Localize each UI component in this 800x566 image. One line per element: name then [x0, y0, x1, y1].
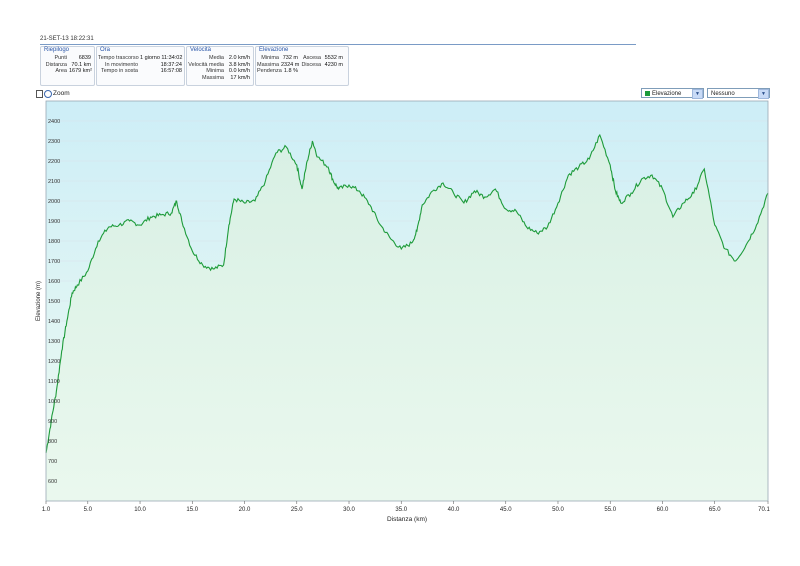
y-tick-label: 1300	[48, 339, 60, 345]
y-tick-label: 1200	[48, 359, 60, 365]
y-tick-label: 1000	[48, 399, 60, 405]
y-tick-label: 1500	[48, 299, 60, 305]
y-tick-label: 1700	[48, 259, 60, 265]
x-tick-label: 60.0	[657, 507, 669, 513]
elevation-chart[interactable]: 600 700 800 900 1000 1100 1200 1300 1400 1500 1600…	[0, 0, 800, 566]
x-tick-label: 20.0	[239, 507, 251, 513]
x-axis-ticks: 1.0 5.0 10.0 15.0 20.0 25.0 30.0 35.0 40.0 45.0 50…	[42, 501, 770, 513]
x-tick-label: 30.0	[343, 507, 355, 513]
x-tick-label: 40.0	[448, 507, 460, 513]
y-tick-label: 2200	[48, 159, 60, 165]
y-tick-label: 1100	[48, 379, 60, 385]
y-tick-label: 900	[48, 419, 57, 425]
x-tick-label: 25.0	[291, 507, 303, 513]
x-axis-label: Distanza (km)	[387, 516, 427, 523]
y-tick-label: 2400	[48, 119, 60, 125]
x-tick-label: 70.1	[758, 507, 770, 513]
y-tick-label: 1900	[48, 219, 60, 225]
x-tick-label: 5.0	[84, 507, 93, 513]
y-tick-label: 2000	[48, 199, 60, 205]
x-tick-label: 50.0	[552, 507, 564, 513]
y-tick-label: 700	[48, 459, 57, 465]
y-tick-label: 2100	[48, 179, 60, 185]
x-tick-label: 15.0	[186, 507, 198, 513]
y-tick-label: 600	[48, 479, 57, 485]
x-tick-label: 55.0	[604, 507, 616, 513]
y-tick-label: 1400	[48, 319, 60, 325]
x-tick-label: 35.0	[395, 507, 407, 513]
y-tick-label: 1600	[48, 279, 60, 285]
x-tick-label: 45.0	[500, 507, 512, 513]
y-axis-label: Elevazione (m)	[36, 281, 42, 321]
x-tick-label: 1.0	[42, 507, 51, 513]
x-tick-label: 10.0	[134, 507, 146, 513]
y-tick-label: 800	[48, 439, 57, 445]
y-tick-label: 1800	[48, 239, 60, 245]
x-tick-label: 65.0	[709, 507, 721, 513]
y-tick-label: 2300	[48, 139, 60, 145]
